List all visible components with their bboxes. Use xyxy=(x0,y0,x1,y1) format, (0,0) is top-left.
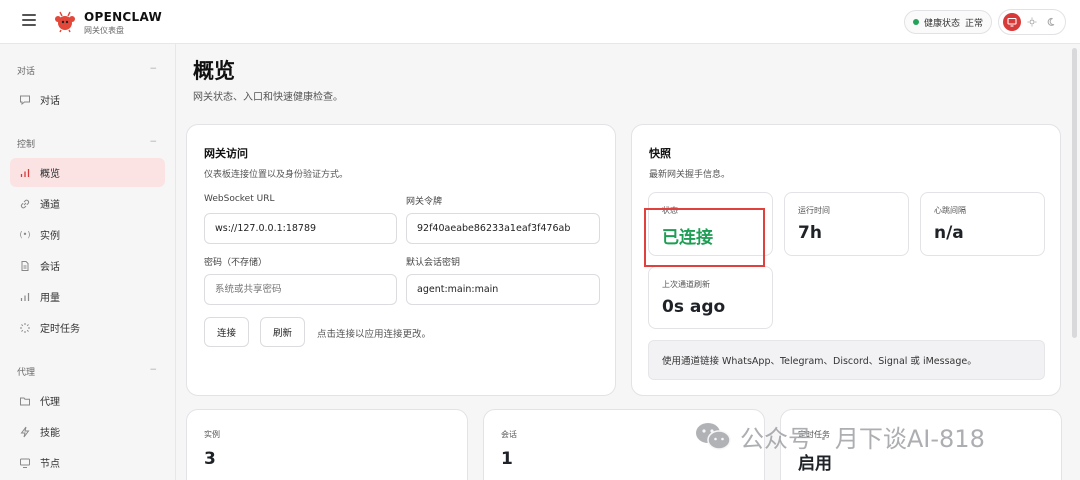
sidebar-item-label: 代理 xyxy=(40,397,60,408)
bar-chart-icon xyxy=(18,166,32,180)
broadcast-icon: (•) xyxy=(19,230,31,239)
websocket-url-label: WebSocket URL xyxy=(204,194,275,204)
annotation-highlight-box xyxy=(644,208,765,267)
health-status-badge: 健康状态 正常 xyxy=(904,10,993,34)
sidebar-item-label: 节点 xyxy=(40,459,60,470)
instances-card: 实例 3 xyxy=(186,409,468,480)
instances-value: 3 xyxy=(204,449,216,469)
page-subtitle: 网关状态、入口和快速健康检查。 xyxy=(193,92,343,103)
websocket-url-input[interactable] xyxy=(204,213,397,244)
password-input[interactable] xyxy=(204,274,397,305)
channel-refresh-stat: 上次通道刷新 0s ago xyxy=(648,266,773,329)
link-icon xyxy=(18,197,32,211)
menu-icon[interactable] xyxy=(22,14,36,26)
sidebar-item-instances[interactable]: (•) 实例 xyxy=(10,220,165,249)
card-label: 实例 xyxy=(204,430,220,439)
monitor-icon xyxy=(18,456,32,470)
channel-refresh-value: 0s ago xyxy=(662,297,726,317)
sessions-value: 1 xyxy=(501,449,513,469)
sidebar-item-overview[interactable]: 概览 xyxy=(10,158,165,187)
sidebar-item-label: 用量 xyxy=(40,293,60,304)
document-icon xyxy=(18,259,32,273)
health-value: 正常 xyxy=(965,18,984,29)
section-head-agents[interactable]: 代理 − xyxy=(17,365,157,378)
monitor-theme-icon[interactable] xyxy=(1003,13,1021,31)
sidebar-item-chat[interactable]: 对话 xyxy=(10,85,165,114)
sidebar-item-label: 实例 xyxy=(40,231,60,242)
heartbeat-value: n/a xyxy=(934,223,964,243)
sidebar-item-sessions[interactable]: 会话 xyxy=(10,251,165,280)
sidebar-item-label: 对话 xyxy=(40,96,60,107)
brand-subtitle: 网关仪表盘 xyxy=(84,26,124,35)
card-label: 会话 xyxy=(501,430,517,439)
sidebar-item-skills[interactable]: 技能 xyxy=(10,417,165,446)
top-bar: OPENCLAW 网关仪表盘 健康状态 正常 xyxy=(0,0,1080,44)
card-title: 快照 xyxy=(649,147,671,160)
refresh-button[interactable]: 刷新 xyxy=(260,317,306,347)
sidebar-item-usage[interactable]: 用量 xyxy=(10,282,165,311)
gateway-token-label: 网关令牌 xyxy=(406,197,443,207)
sidebar-item-label: 概览 xyxy=(40,169,60,180)
connect-button[interactable]: 连接 xyxy=(204,317,250,347)
sidebar-item-label: 定时任务 xyxy=(40,324,80,335)
card-title: 网关访问 xyxy=(204,147,248,160)
theme-switcher xyxy=(998,9,1066,35)
collapse-icon[interactable]: − xyxy=(149,365,157,378)
heartbeat-stat: 心跳间隔 n/a xyxy=(920,192,1045,256)
sidebar-item-agents[interactable]: 代理 xyxy=(10,386,165,415)
section-head-control[interactable]: 控制 − xyxy=(17,137,157,150)
loader-icon xyxy=(18,321,32,335)
bar-chart-icon xyxy=(18,290,32,304)
sidebar-item-nodes[interactable]: 节点 xyxy=(10,448,165,477)
sidebar-item-label: 通道 xyxy=(40,200,60,211)
page-title: 概览 xyxy=(193,59,235,83)
stat-label: 心跳间隔 xyxy=(934,206,966,215)
watermark-text: 公众号 · 月下谈AI-818 xyxy=(740,424,985,453)
sidebar-item-label: 技能 xyxy=(40,428,60,439)
chat-icon xyxy=(18,93,32,107)
moon-icon[interactable] xyxy=(1043,13,1061,31)
password-label: 密码（不存储） xyxy=(204,258,268,268)
bolt-icon xyxy=(18,425,32,439)
uptime-stat: 运行时间 7h xyxy=(784,192,909,256)
health-label: 健康状态 xyxy=(924,18,961,29)
channels-note: 使用通道链接 WhatsApp、Telegram、Discord、Signal … xyxy=(648,340,1045,380)
collapse-icon[interactable]: − xyxy=(149,64,157,77)
brand-name: OPENCLAW xyxy=(84,10,163,24)
status-dot-icon xyxy=(913,19,919,25)
collapse-icon[interactable]: − xyxy=(149,137,157,150)
gateway-access-card: 网关访问 仪表板连接位置以及身份验证方式。 WebSocket URL 网关令牌… xyxy=(186,124,616,396)
sidebar-item-label: 会话 xyxy=(40,262,60,273)
session-key-label: 默认会话密钥 xyxy=(406,258,461,268)
session-key-input[interactable] xyxy=(406,274,600,305)
uptime-value: 7h xyxy=(798,223,822,243)
stat-label: 上次通道刷新 xyxy=(662,280,710,289)
card-subtitle: 仪表板连接位置以及身份验证方式。 xyxy=(204,170,349,180)
sidebar-item-cron-jobs[interactable]: 定时任务 xyxy=(10,313,165,342)
sidebar-item-channels[interactable]: 通道 xyxy=(10,189,165,218)
gateway-token-input[interactable] xyxy=(406,213,600,244)
section-head-chat[interactable]: 对话 − xyxy=(17,64,157,77)
stat-label: 运行时间 xyxy=(798,206,830,215)
wechat-icon xyxy=(696,423,731,450)
card-subtitle: 最新网关握手信息。 xyxy=(649,170,731,180)
sun-icon[interactable] xyxy=(1023,13,1041,31)
connect-hint: 点击连接以应用连接更改。 xyxy=(317,329,432,340)
watermark: 公众号 · 月下谈AI-818 xyxy=(694,420,985,453)
sidebar: 对话 − 对话 控制 − 概览 通道 (•) 实例 会话 用量 定时任务 代理 … xyxy=(0,44,176,480)
lobster-logo-icon xyxy=(55,11,75,33)
folder-icon xyxy=(18,394,32,408)
scrollbar[interactable] xyxy=(1072,48,1077,338)
